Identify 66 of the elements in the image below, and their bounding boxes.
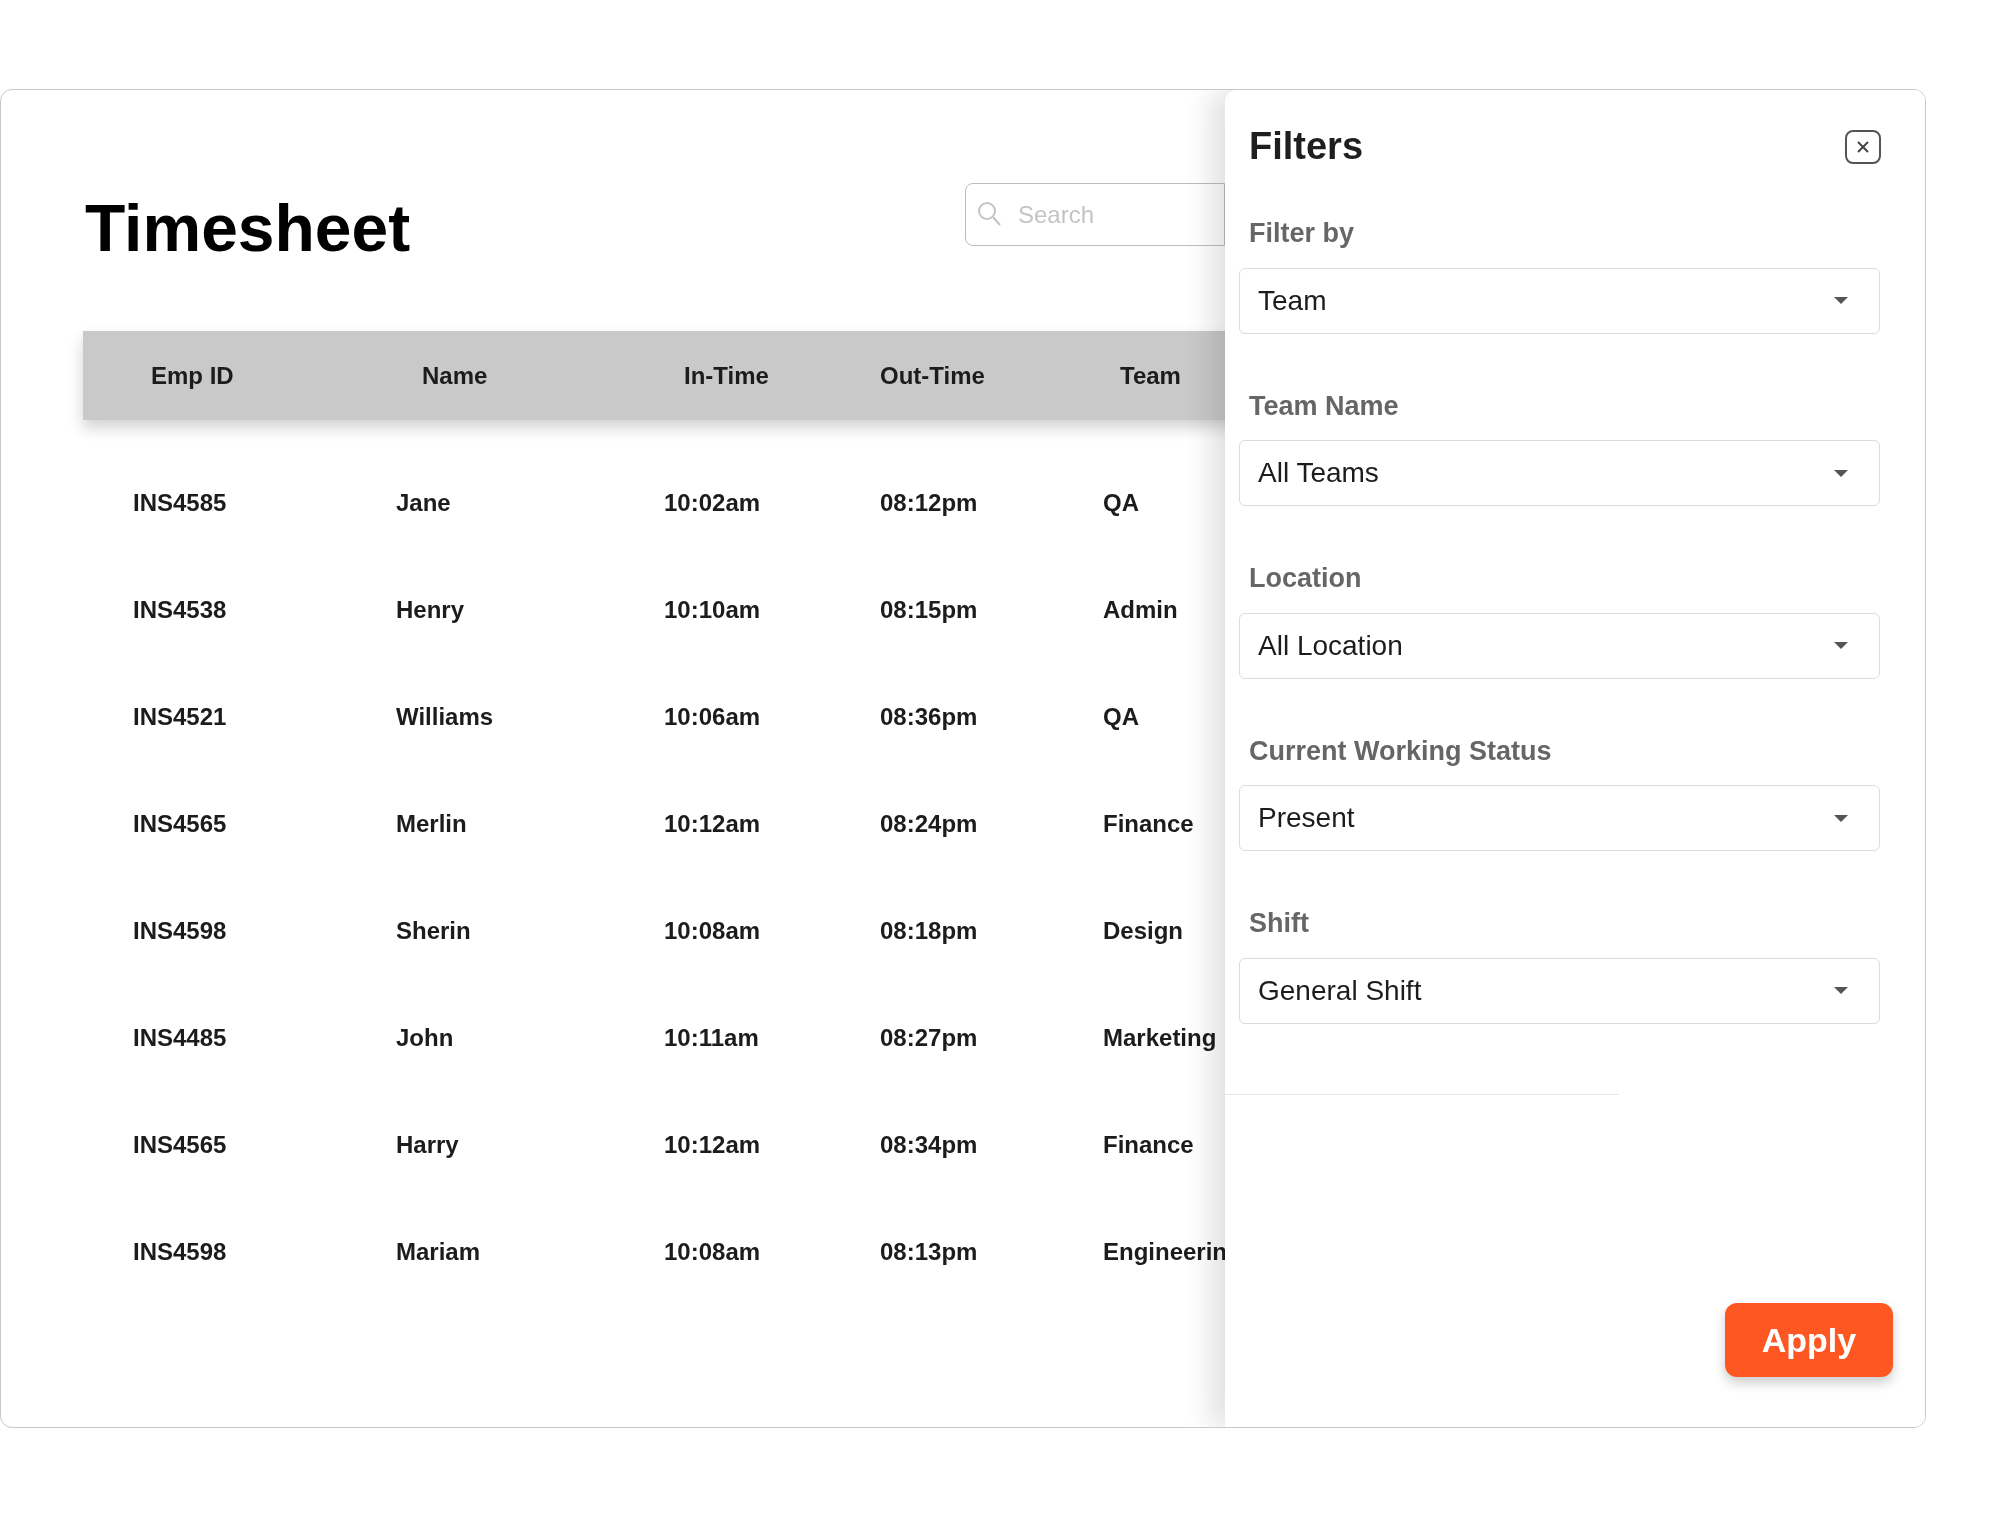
column-header: In-Time: [684, 361, 769, 389]
table-cell: Merlin: [396, 809, 467, 837]
table-cell: Mariam: [396, 1237, 481, 1265]
table-cell: 08:34pm: [880, 1130, 978, 1158]
panel-title: Filters: [1249, 124, 1364, 169]
table-cell: 10:08am: [664, 916, 761, 944]
column-header: Emp ID: [151, 361, 234, 389]
field-label: Location: [1248, 562, 1363, 595]
caret-icon: [1833, 296, 1849, 305]
table-cell: 08:24pm: [880, 809, 978, 837]
table-cell: Harry: [396, 1130, 459, 1158]
dropdown-select[interactable]: General Shift: [1239, 957, 1880, 1024]
table-cell: 10:11am: [664, 1023, 759, 1051]
table-cell: INS4598: [133, 916, 227, 944]
table-cell: Marketing: [1103, 1023, 1217, 1051]
table-cell: INS4538: [133, 595, 227, 623]
table-cell: Finance: [1103, 1130, 1194, 1158]
column-header: Name: [422, 361, 488, 389]
column-header: Team: [1120, 361, 1181, 389]
field-label: Shift: [1248, 907, 1310, 940]
search-field[interactable]: Search: [965, 183, 1225, 246]
table-cell: 08:36pm: [880, 702, 978, 730]
table-cell: 10:02am: [664, 488, 761, 516]
table-cell: 08:12pm: [880, 488, 978, 516]
field-label: Team Name: [1248, 389, 1400, 423]
caret-icon: [1833, 986, 1849, 995]
table-cell: 08:27pm: [880, 1023, 978, 1051]
table-cell: Finance: [1103, 809, 1194, 837]
table-cell: INS4565: [133, 1130, 227, 1158]
table-cell: John: [396, 1023, 454, 1051]
table-cell: Design: [1103, 916, 1183, 944]
close-icon: [1856, 139, 1870, 154]
dropdown-select[interactable]: All Teams: [1239, 440, 1880, 506]
table-cell: 10:06am: [664, 702, 761, 730]
search-icon: [977, 201, 1001, 227]
table-cell: INS4598: [133, 1237, 227, 1265]
page-title: Timesheet: [85, 190, 412, 261]
caret-icon: [1833, 641, 1849, 650]
table-cell: INS4585: [133, 488, 227, 516]
field-label: Current Working Status: [1248, 734, 1553, 768]
table-cell: Sherin: [396, 916, 471, 944]
column-header: Out-Time: [880, 361, 985, 389]
table-cell: 08:13pm: [880, 1237, 978, 1265]
table-cell: Williams: [396, 702, 494, 730]
table-cell: Admin: [1103, 595, 1178, 623]
dropdown-select[interactable]: Present: [1239, 785, 1880, 851]
table-cell: 08:18pm: [880, 916, 978, 944]
table-cell: 08:15pm: [880, 595, 978, 623]
table-cell: QA: [1103, 488, 1139, 516]
table-cell: INS4485: [133, 1023, 227, 1051]
table-cell: Henry: [396, 595, 465, 623]
table-cell: INS4521: [133, 702, 227, 730]
table-cell: 10:08am: [664, 1237, 761, 1265]
table-cell: 10:12am: [664, 1130, 761, 1158]
table-cell: 10:12am: [664, 809, 761, 837]
dropdown-select[interactable]: Team: [1239, 267, 1880, 334]
dropdown-select[interactable]: All Location: [1239, 612, 1880, 679]
field-label: Filter by: [1248, 217, 1356, 250]
table-cell: INS4565: [133, 809, 227, 837]
table-cell: Jane: [396, 488, 451, 516]
caret-icon: [1833, 468, 1849, 478]
table-cell: QA: [1103, 702, 1139, 730]
table-cell: 10:10am: [664, 595, 761, 623]
close-button[interactable]: [1845, 129, 1881, 164]
table-cell: Engineerin: [1103, 1237, 1225, 1265]
caret-icon: [1833, 813, 1849, 823]
